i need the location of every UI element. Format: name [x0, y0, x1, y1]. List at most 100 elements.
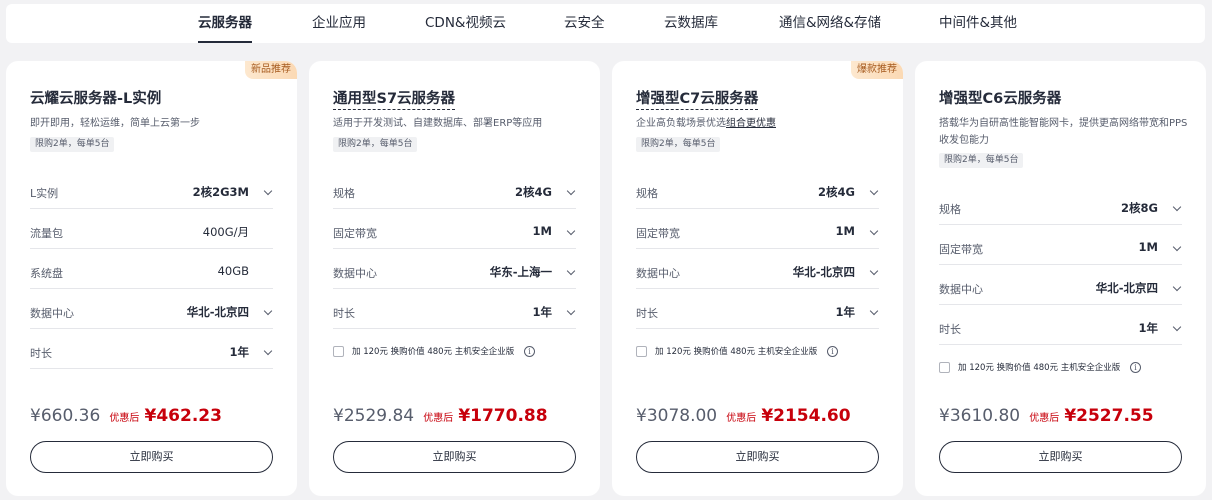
security-addon-option[interactable]: 加 120元 换购价值 480元 主机安全企业版 i: [939, 361, 1159, 375]
card-description: 搭载华为自研高性能智能网卡，提供更高网络带宽和PPS收发包能力: [939, 118, 1188, 146]
row-value: 1年: [229, 345, 249, 359]
tab-cloud-server[interactable]: 云服务器: [198, 4, 252, 43]
buy-now-button[interactable]: 立即购买: [939, 441, 1182, 473]
original-price: ¥3610.80: [939, 406, 1021, 426]
info-icon[interactable]: i: [827, 346, 838, 357]
tab-enterprise-apps[interactable]: 企业应用: [312, 4, 366, 43]
card-title[interactable]: 通用型S7云服务器: [333, 87, 456, 110]
addon-checkbox[interactable]: [333, 346, 344, 357]
tab-cloud-security[interactable]: 云安全: [564, 4, 605, 43]
duration-row[interactable]: 时长 1年: [333, 299, 576, 329]
row-label: 规格: [636, 187, 658, 200]
row-label: L实例: [30, 187, 59, 200]
chevron-down-icon[interactable]: [566, 186, 576, 196]
row-label: 时长: [333, 307, 355, 320]
discount-label: 优惠后: [423, 413, 454, 424]
card-description: 即开即用，轻松运维，简单上云第一步: [30, 118, 200, 129]
chevron-down-icon[interactable]: [869, 266, 879, 276]
security-addon-option[interactable]: 加 120元 换购价值 480元 主机安全企业版 i: [333, 345, 553, 359]
info-icon[interactable]: i: [524, 346, 535, 357]
spec-row[interactable]: L实例 2核2G3M: [30, 179, 273, 209]
info-icon[interactable]: i: [1130, 362, 1141, 373]
buy-now-button[interactable]: 立即购买: [333, 441, 576, 473]
addon-checkbox[interactable]: [636, 346, 647, 357]
bandwidth-row[interactable]: 固定带宽 1M: [636, 219, 879, 249]
discount-label: 优惠后: [109, 413, 140, 424]
discount-price: ¥2154.60: [761, 406, 851, 426]
discount-label: 优惠后: [1029, 413, 1060, 424]
spec-row[interactable]: 规格 2核4G: [636, 179, 879, 209]
addon-text: 加 120元 换购价值 480元 主机安全企业版: [958, 363, 1121, 373]
chevron-down-icon[interactable]: [1172, 322, 1182, 332]
bandwidth-row[interactable]: 固定带宽 1M: [939, 235, 1182, 265]
chevron-down-icon[interactable]: [566, 226, 576, 236]
tab-cloud-database[interactable]: 云数据库: [664, 4, 718, 43]
row-label: 时长: [30, 347, 52, 360]
product-card-s7: 通用型S7云服务器 适用于开发测试、自建数据库、部署ERP等应用 限购2单，每单…: [309, 61, 600, 496]
row-value: 1M: [1138, 240, 1158, 254]
spec-row[interactable]: 规格 2核8G: [939, 195, 1182, 225]
row-label: 流量包: [30, 227, 63, 240]
row-label: 时长: [636, 307, 658, 320]
product-card-c7: 爆款推荐 增强型C7云服务器 企业高负载场景优选组合更优惠 限购2单，每单5台 …: [612, 61, 903, 496]
bundle-offer-link[interactable]: 组合更优惠: [726, 118, 776, 129]
original-price: ¥660.36: [30, 406, 101, 426]
datacenter-row[interactable]: 数据中心 华北-北京四: [939, 275, 1182, 305]
security-addon-option[interactable]: 加 120元 换购价值 480元 主机安全企业版 i: [636, 345, 856, 359]
row-value: 1年: [1138, 321, 1158, 335]
duration-row[interactable]: 时长 1年: [30, 339, 273, 369]
card-title[interactable]: 增强型C7云服务器: [636, 87, 759, 110]
discount-price: ¥1770.88: [458, 406, 548, 426]
chevron-down-icon[interactable]: [869, 306, 879, 316]
row-value: 1M: [532, 224, 552, 238]
row-label: 时长: [939, 323, 961, 336]
chevron-down-icon[interactable]: [1172, 242, 1182, 252]
addon-text: 加 120元 换购价值 480元 主机安全企业版: [655, 347, 818, 357]
chevron-down-icon[interactable]: [566, 266, 576, 276]
addon-checkbox[interactable]: [939, 362, 950, 373]
card-title[interactable]: 云耀云服务器-L实例: [30, 87, 161, 108]
duration-row[interactable]: 时长 1年: [636, 299, 879, 329]
chevron-down-icon[interactable]: [1172, 282, 1182, 292]
product-card-c6: 增强型C6云服务器 搭载华为自研高性能智能网卡，提供更高网络带宽和PPS收发包能…: [915, 61, 1206, 496]
row-value: 华北-北京四: [792, 265, 855, 279]
row-value: 2核4G: [818, 185, 855, 199]
tab-network-storage[interactable]: 通信&网络&存储: [779, 4, 881, 43]
card-description: 企业高负载场景优选组合更优惠: [636, 115, 886, 132]
datacenter-row[interactable]: 数据中心 华东-上海一: [333, 259, 576, 289]
row-value: 华东-上海一: [489, 265, 552, 279]
discount-label: 优惠后: [726, 413, 757, 424]
purchase-limit-tag: 限购2单，每单5台: [333, 137, 418, 152]
datacenter-row[interactable]: 数据中心 华北-北京四: [636, 259, 879, 289]
chevron-down-icon[interactable]: [869, 186, 879, 196]
chevron-down-icon[interactable]: [263, 346, 273, 356]
row-value: 40GB: [217, 264, 249, 278]
original-price: ¥3078.00: [636, 406, 718, 426]
row-value: 2核8G: [1121, 201, 1158, 215]
card-description: 适用于开发测试、自建数据库、部署ERP等应用: [333, 118, 543, 129]
row-value: 2核4G: [515, 185, 552, 199]
price-block: ¥2529.84 优惠后 ¥1770.88: [333, 406, 548, 426]
chevron-down-icon[interactable]: [869, 226, 879, 236]
duration-row[interactable]: 时长 1年: [939, 315, 1182, 345]
buy-now-button[interactable]: 立即购买: [30, 441, 273, 473]
datacenter-row[interactable]: 数据中心 华北-北京四: [30, 299, 273, 329]
bandwidth-row[interactable]: 固定带宽 1M: [333, 219, 576, 249]
buy-now-button[interactable]: 立即购买: [636, 441, 879, 473]
row-label: 固定带宽: [636, 227, 680, 240]
chevron-down-icon[interactable]: [263, 186, 273, 196]
chevron-down-icon[interactable]: [566, 306, 576, 316]
tab-cdn-video[interactable]: CDN&视频云: [425, 4, 506, 43]
row-label: 固定带宽: [333, 227, 377, 240]
tab-middleware[interactable]: 中间件&其他: [939, 4, 1017, 43]
price-block: ¥3610.80 优惠后 ¥2527.55: [939, 406, 1154, 426]
purchase-limit-tag: 限购2单，每单5台: [636, 137, 721, 152]
card-title[interactable]: 增强型C6云服务器: [939, 87, 1061, 108]
chevron-down-icon[interactable]: [263, 306, 273, 316]
row-label: 系统盘: [30, 267, 63, 280]
description-text: 企业高负载场景优选: [636, 118, 726, 129]
addon-text: 加 120元 换购价值 480元 主机安全企业版: [352, 347, 515, 357]
chevron-down-icon[interactable]: [1172, 202, 1182, 212]
spec-row[interactable]: 规格 2核4G: [333, 179, 576, 209]
purchase-limit-tag: 限购2单，每单5台: [30, 137, 115, 152]
